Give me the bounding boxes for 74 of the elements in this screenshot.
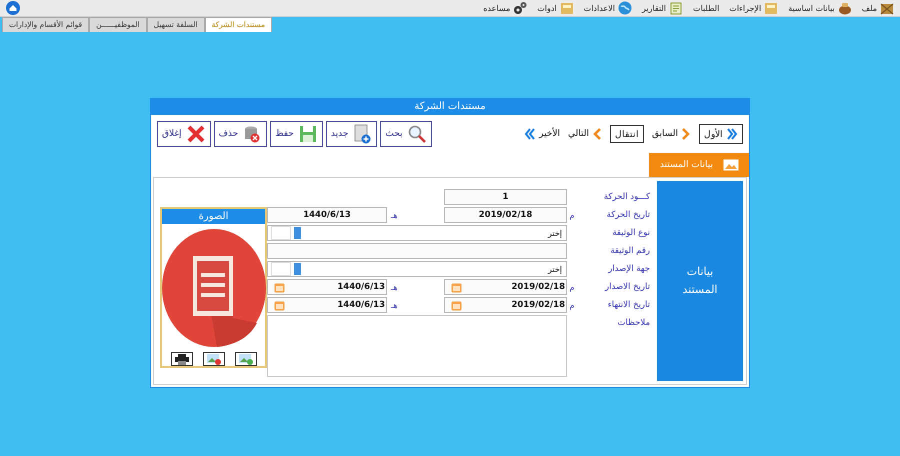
previous-link[interactable]: السابق — [652, 129, 678, 139]
menu-item[interactable]: الاعدادات — [584, 4, 615, 12]
delete-button[interactable]: حذف — [214, 121, 268, 147]
menu-item[interactable]: مساعده — [483, 4, 510, 12]
field-label: نوع الوثيقة — [611, 228, 651, 238]
calendar-icon[interactable] — [451, 300, 462, 310]
home-icon[interactable] — [6, 1, 20, 15]
save-button[interactable]: حفظ — [270, 121, 323, 147]
unit-label: هـ — [390, 300, 399, 310]
calendar-icon[interactable] — [451, 282, 462, 292]
menu-item[interactable]: ملف — [862, 4, 877, 12]
first-record-button[interactable]: الأول — [699, 124, 743, 144]
date-field[interactable]: 1440/6/13 — [267, 207, 387, 223]
side-panel: بيانات المستند — [657, 181, 743, 381]
new-page-icon — [352, 124, 372, 144]
calendar-icon[interactable] — [274, 282, 285, 292]
double-chevron-icon — [726, 128, 738, 140]
image-remove-icon — [206, 354, 220, 364]
box-icon[interactable] — [560, 2, 574, 14]
unit-label: هـ — [390, 210, 399, 220]
field-label: ملاحظات — [616, 318, 651, 328]
chevron-icon[interactable] — [681, 128, 691, 140]
search-button[interactable]: بحث — [380, 121, 432, 147]
document-icon[interactable] — [669, 2, 684, 14]
field-label: تاريخ الاصدار — [604, 282, 651, 292]
gear-icon[interactable] — [513, 1, 528, 15]
field-label: رقم الوثيقة — [609, 246, 651, 256]
panel-title: الصورة — [162, 209, 265, 224]
chevron-icon[interactable] — [592, 128, 602, 140]
menu-item[interactable]: الإجراءات — [729, 4, 762, 12]
text-field[interactable] — [267, 243, 567, 259]
date-field[interactable]: 2019/02/18 — [444, 279, 567, 295]
new-button[interactable]: جديد — [326, 121, 378, 147]
text-field[interactable]: 1 — [444, 189, 567, 205]
field-label: تاريخ الحركة — [606, 210, 651, 220]
remove-image-button[interactable] — [202, 352, 224, 366]
document-icon — [160, 228, 266, 348]
date-field[interactable]: 2019/02/18 — [444, 207, 567, 223]
image-add-icon — [238, 354, 252, 364]
image-icon — [723, 159, 739, 171]
dropdown[interactable]: إختر — [267, 261, 567, 277]
last-link[interactable]: الأخير — [539, 129, 560, 139]
menu-item[interactable]: التقارير — [642, 4, 666, 12]
unit-label: م — [568, 210, 576, 220]
date-field[interactable]: 2019/02/18 — [444, 297, 567, 313]
unit-label: م — [568, 300, 576, 310]
unit-label: هـ — [390, 282, 399, 292]
printer-icon — [174, 354, 188, 364]
field-label: جهة الإصدار — [606, 264, 651, 274]
menu-item[interactable]: الطلبات — [693, 4, 720, 12]
double-chevron-icon[interactable] — [524, 128, 536, 140]
bag-icon[interactable] — [838, 2, 852, 14]
unit-label: م — [568, 282, 576, 292]
calendar-icon[interactable] — [274, 300, 285, 310]
crate-icon[interactable] — [880, 2, 894, 14]
close-icon — [186, 124, 206, 144]
globe-icon[interactable] — [618, 1, 632, 15]
magnifier-icon — [406, 124, 427, 144]
field-label: تاريخ الانتهاء — [606, 300, 651, 310]
menu-item[interactable]: بيانات اساسية — [788, 4, 835, 12]
field-label: كـــود الحركة — [602, 192, 651, 202]
delete-icon — [242, 124, 262, 144]
go-to-button[interactable]: انتقال — [610, 125, 644, 143]
box-icon[interactable] — [764, 2, 778, 14]
close-button[interactable]: إغلاق — [157, 121, 211, 147]
print-button[interactable] — [170, 352, 192, 366]
dialog-title: مستندات الشركة — [151, 99, 749, 115]
dropdown[interactable]: إختر — [267, 225, 567, 241]
add-image-button[interactable] — [234, 352, 256, 366]
notes-field[interactable] — [267, 315, 567, 377]
date-field[interactable]: 1440/6/13 — [267, 279, 387, 295]
menu-item[interactable]: ادوات — [537, 4, 557, 12]
next-link[interactable]: التالي — [568, 129, 589, 139]
date-field[interactable]: 1440/6/13 — [267, 297, 387, 313]
